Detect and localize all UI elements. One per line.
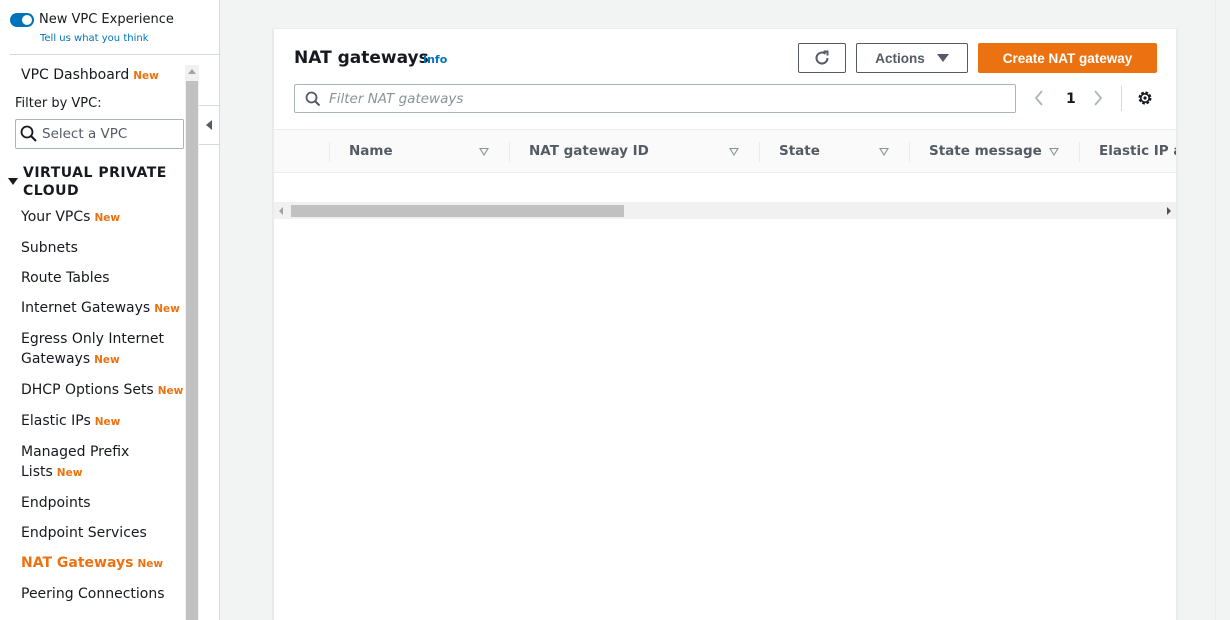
chevron-right-icon <box>1094 90 1103 106</box>
toggle-label: New VPC Experience <box>39 12 174 27</box>
new-badge: New <box>133 70 159 82</box>
sidebar-item-elastic-ips[interactable]: Elastic IPs New <box>21 411 120 432</box>
previous-page-button[interactable] <box>1033 89 1045 111</box>
new-badge: New <box>137 558 164 570</box>
actions-dropdown-button[interactable]: Actions <box>856 43 968 73</box>
sidebar-item-label: Your VPCs <box>21 209 91 225</box>
vpc-select[interactable]: Select a VPC <box>15 119 184 149</box>
collapse-sidebar-button[interactable] <box>199 105 220 145</box>
sort-icon[interactable] <box>1049 148 1059 156</box>
refresh-button[interactable] <box>798 43 846 73</box>
sidebar-item-label: VPC Dashboard <box>21 67 130 83</box>
pager-divider <box>1121 86 1122 111</box>
column-header-state-message[interactable]: State message <box>929 130 1042 172</box>
scroll-right-arrow-icon[interactable] <box>1167 207 1171 215</box>
sidebar-item-label: Subnets <box>21 240 78 256</box>
feedback-link[interactable]: Tell us what you think <box>40 33 149 44</box>
create-nat-gateway-button[interactable]: Create NAT gateway <box>978 43 1157 73</box>
sidebar-item-subnets[interactable]: Subnets <box>21 238 78 258</box>
sidebar-item-nat-gateways[interactable]: NAT Gateways New <box>21 553 163 574</box>
sidebar-item-label: DHCP Options Sets <box>21 382 154 398</box>
chevron-left-icon <box>1034 90 1043 106</box>
new-badge: New <box>56 467 83 479</box>
sidebar-item-internet-gateways[interactable]: Internet Gateways New <box>21 298 180 319</box>
scrollbar-thumb[interactable] <box>291 205 624 217</box>
toggle-switch[interactable] <box>10 12 34 27</box>
column-divider <box>329 142 330 162</box>
filter-nat-gateways-input[interactable]: Filter NAT gateways <box>294 84 1016 113</box>
sidebar-item-label: Endpoint Services <box>21 525 147 541</box>
filter-placeholder: Filter NAT gateways <box>329 90 464 107</box>
sidebar-item-label: NAT Gateways <box>21 555 134 571</box>
sidebar-item-endpoints[interactable]: Endpoints <box>21 493 91 513</box>
column-divider <box>509 142 510 162</box>
table-header: Name NAT gateway ID State State message … <box>274 129 1176 173</box>
refresh-icon <box>815 50 829 65</box>
section-virtual-private-cloud[interactable]: VIRTUAL PRIVATE CLOUD <box>8 164 183 200</box>
sidebar-item-label: Peering Connections <box>21 586 165 602</box>
new-badge: New <box>94 354 120 366</box>
caret-down-icon <box>8 178 18 185</box>
current-page-number[interactable]: 1 <box>1066 91 1076 107</box>
sidebar-divider <box>10 54 219 55</box>
column-header-elastic-ip-address[interactable]: Elastic IP ad <box>1099 130 1176 172</box>
column-divider <box>1079 142 1080 162</box>
sidebar-item-egress-only-internet-gateways[interactable]: Egress Only Internet Gateways New <box>21 329 181 370</box>
table-horizontal-scrollbar[interactable] <box>274 202 1176 219</box>
search-icon <box>305 91 321 106</box>
new-badge: New <box>154 303 180 315</box>
sidebar-item-label: Endpoints <box>21 495 91 511</box>
column-header-nat-gateway-id[interactable]: NAT gateway ID <box>529 130 649 172</box>
sort-icon[interactable] <box>729 148 739 156</box>
sidebar-item-endpoint-services[interactable]: Endpoint Services <box>21 523 147 543</box>
scroll-up-arrow-icon[interactable] <box>188 69 196 74</box>
column-header-state[interactable]: State <box>779 130 820 172</box>
nat-gateways-panel: NAT gateways Info Actions Create NAT gat… <box>273 28 1177 620</box>
sidebar-item-your-vpcs[interactable]: Your VPCs New <box>21 207 120 228</box>
sort-icon[interactable] <box>479 148 489 156</box>
new-vpc-experience-toggle-row[interactable]: New VPC Experience <box>10 12 174 27</box>
caret-down-icon <box>936 54 949 62</box>
section-title: VIRTUAL PRIVATE CLOUD <box>23 165 167 199</box>
sidebar-item-dhcp-options-sets[interactable]: DHCP Options Sets New <box>21 380 183 401</box>
actions-label: Actions <box>875 50 925 66</box>
sidebar-scrollbar[interactable] <box>185 65 199 620</box>
preferences-button[interactable] <box>1136 89 1154 111</box>
sidebar-item-vpc-dashboard[interactable]: VPC Dashboard New <box>21 65 159 86</box>
column-divider <box>759 142 760 162</box>
sidebar-item-route-tables[interactable]: Route Tables <box>21 268 110 288</box>
page-title: NAT gateways <box>294 48 429 68</box>
sidebar-item-label: Internet Gateways <box>21 300 151 316</box>
next-page-button[interactable] <box>1092 89 1104 111</box>
new-badge: New <box>157 385 184 397</box>
new-badge: New <box>94 212 121 224</box>
new-badge: New <box>94 416 121 428</box>
sidebar-item-managed-prefix-lists[interactable]: Managed Prefix Lists New <box>21 442 146 483</box>
gear-icon <box>1138 91 1152 105</box>
sidebar-item-label: Egress Only Internet Gateways <box>21 331 164 367</box>
sort-icon[interactable] <box>879 148 889 156</box>
sidebar-item-label: Route Tables <box>21 270 110 286</box>
sidebar-item-label: Elastic IPs <box>21 413 91 429</box>
info-link[interactable]: Info <box>423 53 447 66</box>
filter-by-vpc-label: Filter by VPC: <box>15 96 102 111</box>
scroll-left-arrow-icon[interactable] <box>279 207 283 215</box>
caret-left-icon <box>206 120 212 130</box>
sidebar-item-peering-connections[interactable]: Peering Connections <box>21 584 165 604</box>
column-divider <box>909 142 910 162</box>
search-icon <box>20 125 37 142</box>
column-header-name[interactable]: Name <box>349 130 393 172</box>
scrollbar-thumb[interactable] <box>186 81 198 620</box>
vpc-select-placeholder: Select a VPC <box>42 126 128 142</box>
right-panel-divider <box>1215 0 1216 620</box>
sidebar: New VPC Experience Tell us what you thin… <box>0 0 220 620</box>
